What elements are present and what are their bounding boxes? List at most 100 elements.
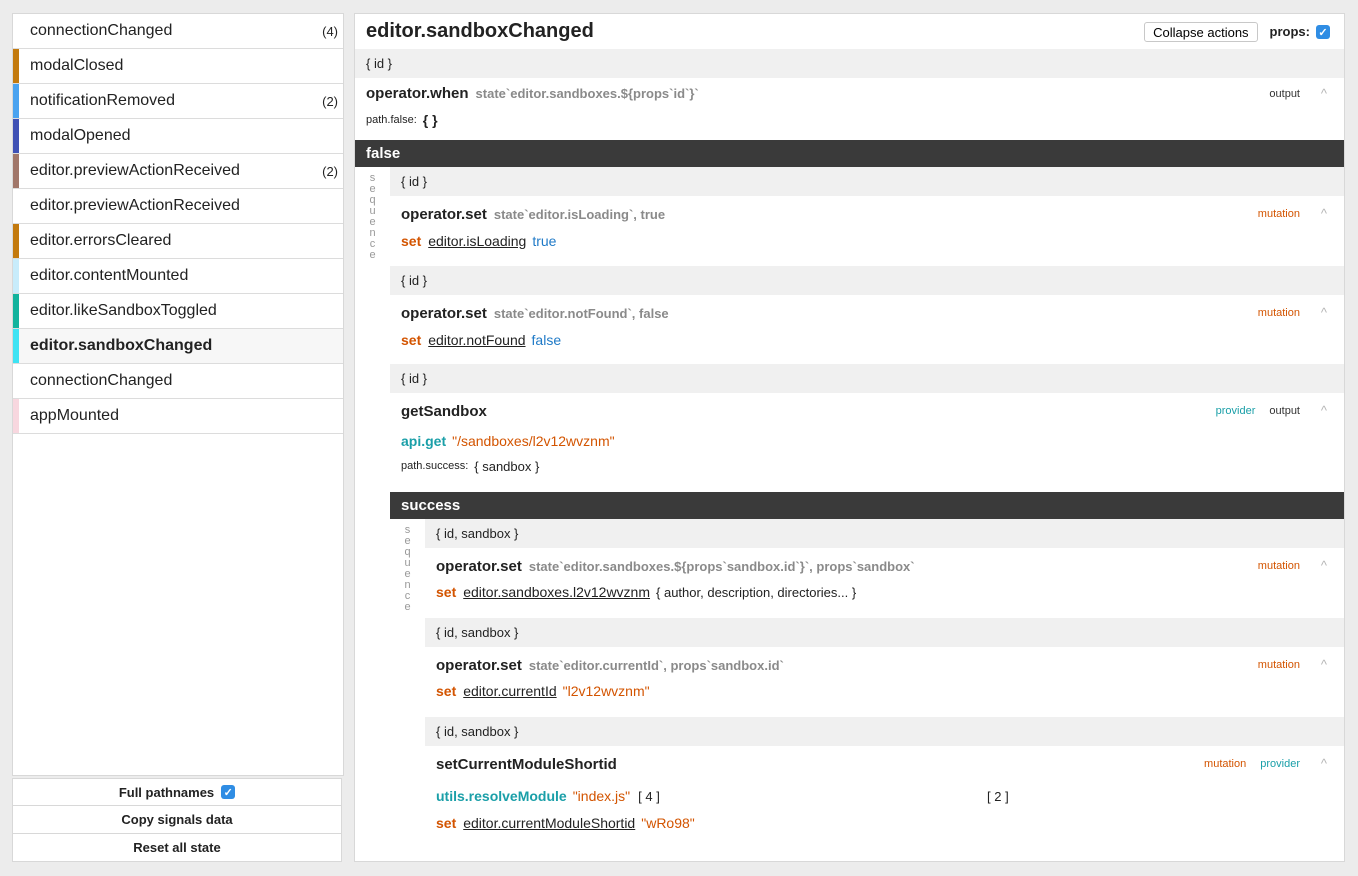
- signal-item[interactable]: editor.likeSandboxToggled: [13, 294, 343, 329]
- action-operator-set[interactable]: operator.set state`editor.isLoading`, tr…: [390, 196, 1344, 266]
- props-row: { id }: [355, 49, 1344, 78]
- provider-tag: provider: [1260, 758, 1300, 770]
- mutation-line: set editor.notFound false: [390, 332, 1344, 348]
- signal-item[interactable]: modalOpened: [13, 119, 343, 154]
- mutation-value: { author, description, directories... }: [656, 584, 857, 600]
- path-bar-false[interactable]: false: [355, 140, 1344, 167]
- signal-name: editor.sandboxChanged: [30, 337, 213, 354]
- full-pathnames-toggle[interactable]: Full pathnames ✓: [12, 778, 342, 806]
- props-label: props:: [1269, 23, 1310, 39]
- mutation-value: "l2v12wvznm": [562, 683, 650, 699]
- full-pathnames-label: Full pathnames: [118, 784, 215, 800]
- sequence-label: sequence: [390, 519, 425, 841]
- chevron-up-icon[interactable]: ^: [1321, 403, 1327, 418]
- action-name: operator.set: [436, 656, 522, 674]
- state-path-link[interactable]: editor.currentId: [463, 683, 556, 699]
- copy-signals-button[interactable]: Copy signals data: [12, 806, 342, 834]
- signal-color-bar: [13, 189, 19, 223]
- set-keyword: set: [401, 233, 422, 249]
- action-operator-set[interactable]: operator.set state`editor.sandboxes.${pr…: [425, 548, 1344, 618]
- signals-list: connectionChanged (4) modalClosed notificat…: [12, 13, 344, 776]
- mutation-tag: mutation: [1257, 208, 1300, 220]
- props-row: { id, sandbox }: [425, 717, 1344, 746]
- action-path-line: path.success: { sandbox }: [390, 453, 1344, 479]
- signal-item[interactable]: modalClosed: [13, 49, 343, 84]
- sequence-label: sequence: [355, 167, 390, 841]
- action-name: operator.set: [401, 206, 487, 223]
- chevron-up-icon[interactable]: ^: [1321, 206, 1327, 221]
- signal-color-bar: [13, 294, 19, 328]
- signal-color-bar: [13, 154, 19, 188]
- action-header: operator.when state`editor.sandboxes.${p…: [355, 78, 1344, 108]
- action-args: state`editor.isLoading`, true: [493, 207, 666, 222]
- signal-name: modalOpened: [30, 127, 131, 144]
- signal-item[interactable]: appMounted: [13, 399, 343, 434]
- path-label: path.false:: [366, 114, 417, 126]
- props-row: { id }: [390, 167, 1344, 196]
- signal-color-bar: [13, 49, 19, 83]
- signal-item[interactable]: notificationRemoved (2): [13, 84, 343, 119]
- props-value: { id }: [401, 273, 428, 288]
- props-value: { id }: [366, 56, 393, 71]
- chevron-up-icon[interactable]: ^: [1321, 86, 1327, 101]
- action-get-sandbox[interactable]: getSandbox provider output ^ api.get "/s…: [390, 393, 1344, 492]
- set-keyword: set: [436, 683, 457, 699]
- sequence-letter: e: [369, 249, 376, 261]
- action-header: operator.set state`editor.sandboxes.${pr…: [425, 548, 1344, 584]
- props-row: { id, sandbox }: [425, 519, 1344, 548]
- chevron-up-icon[interactable]: ^: [1321, 756, 1327, 771]
- props-toggle[interactable]: props: ✓: [1270, 24, 1330, 40]
- mutation-line: set editor.sandboxes.l2v12wvznm { author…: [425, 584, 1344, 600]
- signal-name: editor.previewActionReceived: [30, 162, 240, 179]
- chevron-up-icon[interactable]: ^: [1321, 558, 1327, 573]
- action-tags: mutation: [1244, 659, 1300, 671]
- signal-item[interactable]: connectionChanged (4): [13, 14, 343, 49]
- mutation-line: set editor.isLoading true: [390, 233, 1344, 249]
- signal-header: editor.sandboxChanged Collapse actions p…: [355, 14, 1344, 49]
- mutation-tag: mutation: [1257, 659, 1300, 671]
- signal-item[interactable]: connectionChanged: [13, 364, 343, 399]
- state-path-link[interactable]: editor.currentModuleShortid: [463, 815, 635, 831]
- mutation-line: set editor.currentId "l2v12wvznm": [425, 683, 1344, 699]
- action-name: operator.when: [366, 84, 469, 102]
- signal-item[interactable]: editor.sandboxChanged: [13, 329, 343, 364]
- action-operator-set[interactable]: operator.set state`editor.notFound`, fal…: [390, 295, 1344, 364]
- signal-detail-panel: editor.sandboxChanged Collapse actions p…: [354, 13, 1345, 862]
- mutation-value: "wRo98": [641, 815, 695, 831]
- signal-name: editor.contentMounted: [30, 267, 189, 284]
- full-pathnames-checkbox[interactable]: ✓: [221, 785, 236, 799]
- path-bar-success[interactable]: success: [390, 492, 1344, 519]
- action-header: operator.set state`editor.currentId`, pr…: [425, 647, 1344, 683]
- chevron-up-icon[interactable]: ^: [1321, 305, 1327, 320]
- props-checkbox[interactable]: ✓: [1316, 25, 1330, 40]
- action-name: getSandbox: [401, 402, 487, 420]
- signal-color-bar: [13, 364, 19, 398]
- state-path-link[interactable]: editor.notFound: [428, 332, 525, 348]
- reset-state-button[interactable]: Reset all state: [12, 834, 342, 862]
- action-tags: output: [1255, 88, 1300, 100]
- path-value: { sandbox }: [474, 458, 540, 474]
- mutation-tag: mutation: [1257, 560, 1300, 572]
- action-operator-when[interactable]: operator.when state`editor.sandboxes.${p…: [355, 78, 1344, 140]
- signal-name: connectionChanged: [30, 22, 173, 39]
- signal-item[interactable]: editor.errorsCleared: [13, 224, 343, 259]
- state-path-link[interactable]: editor.isLoading: [428, 233, 526, 249]
- signal-count: (4): [322, 23, 338, 39]
- action-set-current-module-shortid[interactable]: setCurrentModuleShortid mutation provide…: [425, 746, 1344, 841]
- action-args: state`editor.currentId`, props`sandbox.i…: [528, 657, 784, 673]
- signal-item[interactable]: editor.previewActionReceived (2): [13, 154, 343, 189]
- collapse-actions-button[interactable]: Collapse actions: [1144, 21, 1258, 42]
- signal-item[interactable]: editor.previewActionReceived: [13, 189, 343, 224]
- state-path-link[interactable]: editor.sandboxes.l2v12wvznm: [463, 584, 650, 600]
- action-name: setCurrentModuleShortid: [436, 755, 617, 773]
- action-path-line: path.false: { }: [355, 108, 1344, 132]
- signal-item[interactable]: editor.contentMounted: [13, 259, 343, 294]
- provider-arg: "index.js": [572, 788, 631, 804]
- chevron-up-icon[interactable]: ^: [1321, 657, 1327, 672]
- signal-name: notificationRemoved: [30, 92, 175, 109]
- provider-call: api.get: [401, 433, 447, 449]
- action-operator-set[interactable]: operator.set state`editor.currentId`, pr…: [425, 647, 1344, 717]
- sequence: sequence { id, sandbox } operator.set st…: [390, 519, 1344, 841]
- signal-name: editor.previewActionReceived: [30, 197, 240, 214]
- signal-color-bar: [13, 224, 19, 258]
